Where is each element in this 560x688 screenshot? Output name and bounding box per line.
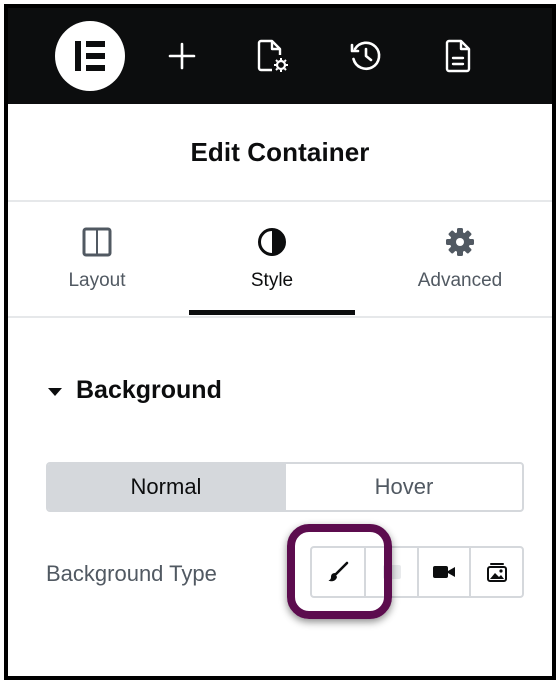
active-tab-indicator xyxy=(189,310,355,315)
background-gradient-button[interactable] xyxy=(364,548,417,596)
state-toggle: Normal Hover xyxy=(46,462,524,512)
document-icon[interactable] xyxy=(438,36,478,76)
page-settings-icon[interactable] xyxy=(252,36,292,76)
tab-layout-label: Layout xyxy=(68,270,126,291)
background-type-options xyxy=(310,546,524,598)
background-section-toggle[interactable]: Background xyxy=(48,376,222,405)
panel-tabs: Layout Style Advanced xyxy=(8,202,552,318)
tab-layout[interactable]: Layout xyxy=(42,202,152,316)
history-icon[interactable] xyxy=(346,36,386,76)
layout-columns-icon xyxy=(82,226,112,258)
gradient-icon xyxy=(382,565,401,579)
background-type-label: Background Type xyxy=(46,561,217,586)
panel-title: Edit Container xyxy=(190,136,370,167)
contrast-half-circle-icon xyxy=(257,226,287,258)
background-classic-button[interactable] xyxy=(312,548,364,596)
slideshow-icon xyxy=(486,563,507,582)
state-normal-button[interactable]: Normal xyxy=(48,464,284,510)
tab-style-label: Style xyxy=(250,270,294,291)
video-camera-icon xyxy=(433,566,456,578)
editor-panel: Edit Container Layout Style Advanced Bac… xyxy=(4,4,556,680)
plus-icon[interactable] xyxy=(162,36,202,76)
tab-advanced[interactable]: Advanced xyxy=(400,202,520,316)
caret-down-icon xyxy=(48,387,62,396)
background-slideshow-button[interactable] xyxy=(469,548,522,596)
top-bar xyxy=(8,8,552,104)
gear-icon xyxy=(445,226,475,258)
background-video-button[interactable] xyxy=(416,548,470,596)
elementor-logo-icon[interactable] xyxy=(55,21,125,91)
tab-advanced-label: Advanced xyxy=(417,270,503,291)
brush-icon xyxy=(328,561,349,582)
tab-style[interactable]: Style xyxy=(217,202,327,316)
state-hover-button[interactable]: Hover xyxy=(284,464,522,510)
panel-header: Edit Container xyxy=(8,104,552,202)
section-title: Background xyxy=(76,376,222,404)
